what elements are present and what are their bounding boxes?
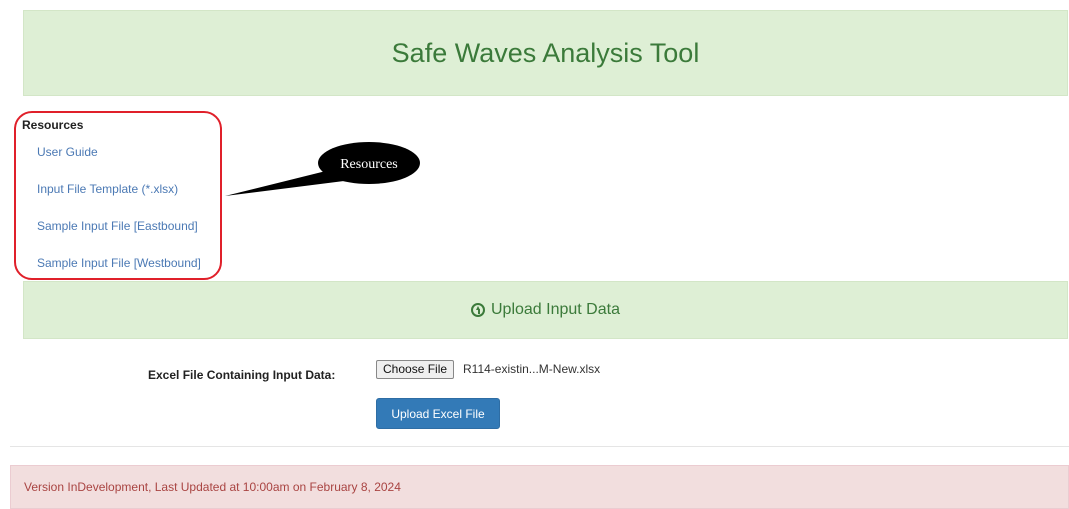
version-footer: Version InDevelopment, Last Updated at 1… — [10, 465, 1069, 509]
divider — [10, 446, 1069, 447]
file-input-label: Excel File Containing Input Data: — [148, 368, 336, 382]
circle-arrow-up-icon — [471, 303, 485, 317]
choose-file-button[interactable]: Choose File — [376, 360, 455, 379]
upload-section-title: Upload Input Data — [491, 301, 620, 318]
callout-label: Resources — [340, 157, 398, 172]
page-title: Safe Waves Analysis Tool — [391, 37, 700, 68]
selected-file-name: R114-existin...M-New.xlsx — [463, 362, 601, 376]
title-banner: Safe Waves Analysis Tool — [23, 10, 1068, 96]
version-text: Version InDevelopment, Last Updated at 1… — [24, 480, 401, 494]
upload-section-header: Upload Input Data — [23, 281, 1068, 339]
resources-highlight-outline — [14, 111, 222, 280]
callout-bubble — [318, 142, 420, 184]
callout-pointer — [225, 168, 344, 196]
upload-excel-file-button[interactable]: Upload Excel File — [376, 398, 500, 429]
